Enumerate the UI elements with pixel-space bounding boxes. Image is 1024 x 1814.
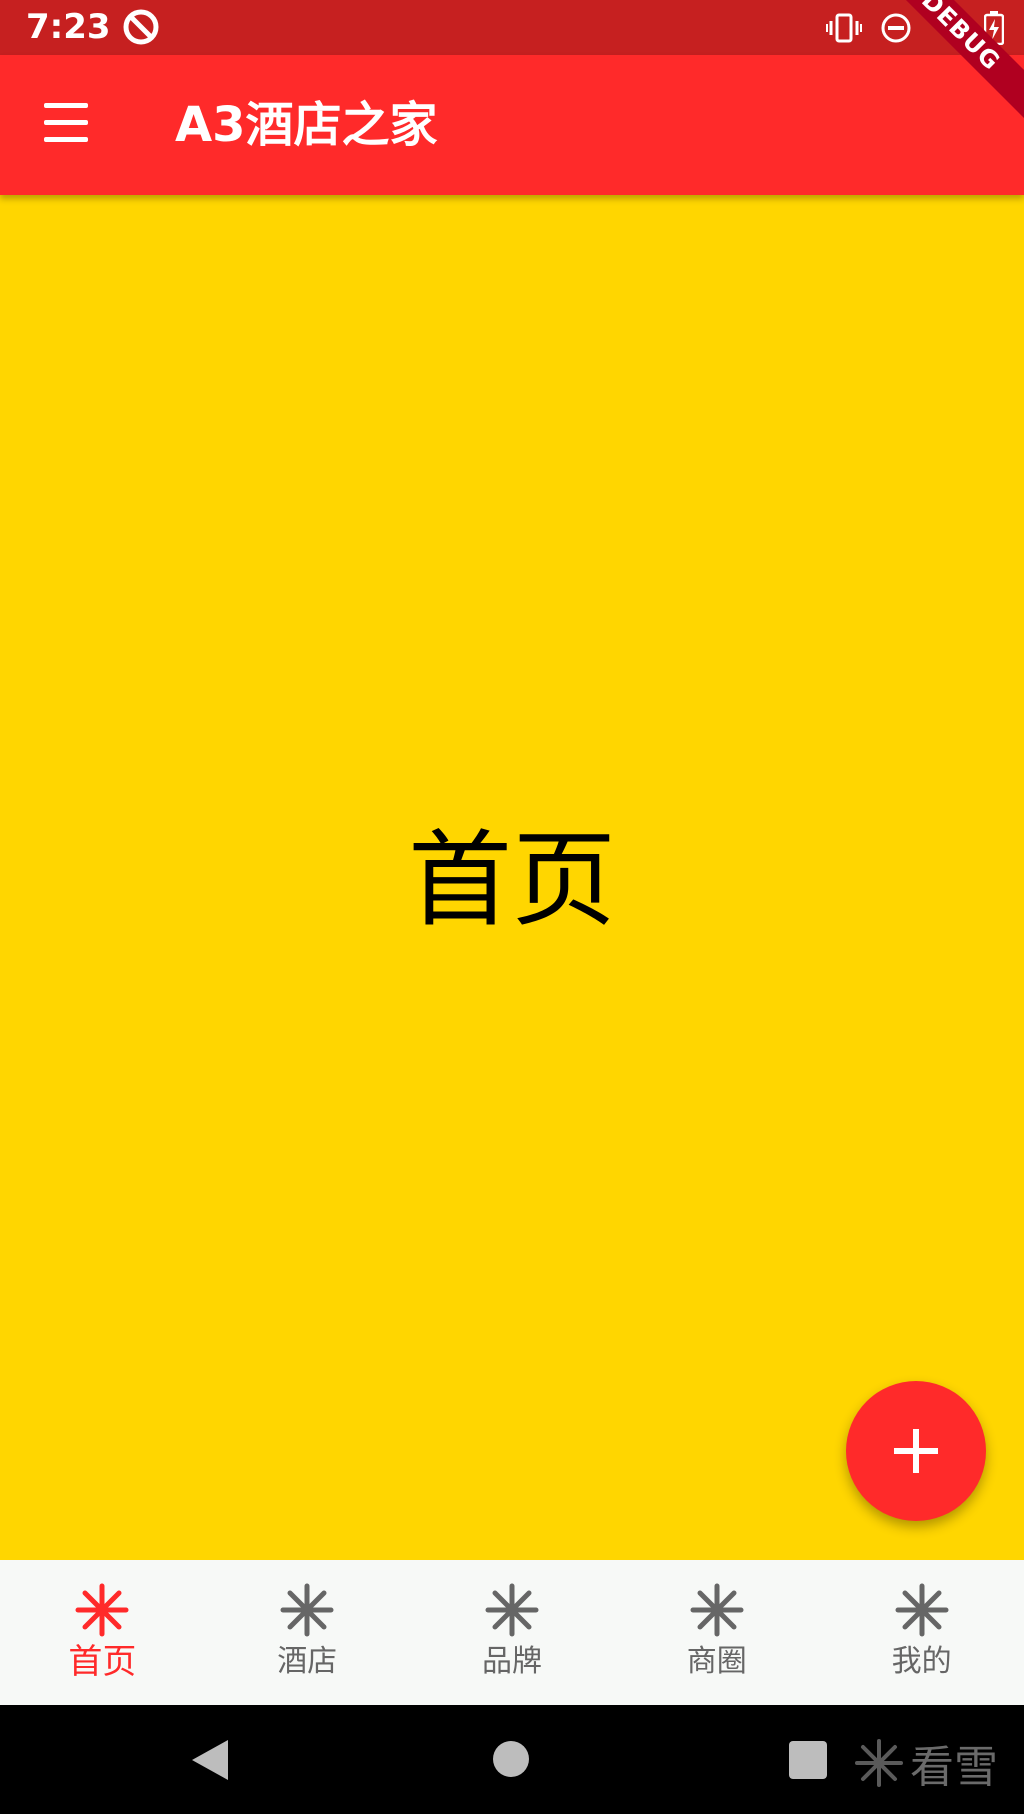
app-bar: A3酒店之家 bbox=[0, 55, 1024, 195]
plus-icon bbox=[894, 1429, 938, 1473]
do-not-disturb-icon bbox=[881, 13, 911, 43]
back-icon[interactable] bbox=[190, 1738, 230, 1782]
snowflake-icon bbox=[690, 1583, 744, 1637]
nav-label: 我的 bbox=[891, 1644, 952, 1679]
status-time: 7:23 bbox=[26, 7, 111, 47]
app-notification-icon bbox=[123, 9, 159, 45]
add-button[interactable] bbox=[846, 1381, 986, 1521]
main-content: 首页 bbox=[0, 195, 1024, 1560]
system-navigation-bar: 看雪 bbox=[0, 1705, 1024, 1814]
nav-label: 酒店 bbox=[277, 1644, 338, 1679]
nav-item-home[interactable]: 首页 bbox=[0, 1560, 205, 1705]
nav-item-hotel[interactable]: 酒店 bbox=[205, 1560, 410, 1705]
status-bar: 7:23 bbox=[0, 0, 1024, 55]
page-title: 首页 bbox=[407, 819, 616, 941]
vibrate-icon bbox=[826, 13, 862, 43]
snowflake-icon bbox=[895, 1583, 949, 1637]
snowflake-logo-icon bbox=[855, 1739, 903, 1787]
home-icon[interactable] bbox=[493, 1741, 529, 1777]
snowflake-icon bbox=[485, 1583, 539, 1637]
menu-icon[interactable] bbox=[40, 103, 92, 143]
snowflake-icon bbox=[280, 1583, 334, 1637]
nav-item-brand[interactable]: 品牌 bbox=[410, 1560, 615, 1705]
nav-label: 品牌 bbox=[481, 1644, 542, 1679]
nav-item-mine[interactable]: 我的 bbox=[819, 1560, 1024, 1705]
nav-label: 首页 bbox=[68, 1642, 137, 1682]
watermark-text: 看雪 bbox=[910, 1742, 998, 1793]
snowflake-icon bbox=[75, 1583, 129, 1637]
app-title: A3酒店之家 bbox=[175, 97, 438, 153]
nav-item-business-district[interactable]: 商圈 bbox=[614, 1560, 819, 1705]
recents-icon[interactable] bbox=[789, 1741, 827, 1779]
watermark: 看雪 bbox=[854, 1731, 998, 1795]
nav-label: 商圈 bbox=[686, 1644, 747, 1679]
bottom-navigation: 首页 酒店 品牌 商圈 我的 bbox=[0, 1560, 1024, 1705]
